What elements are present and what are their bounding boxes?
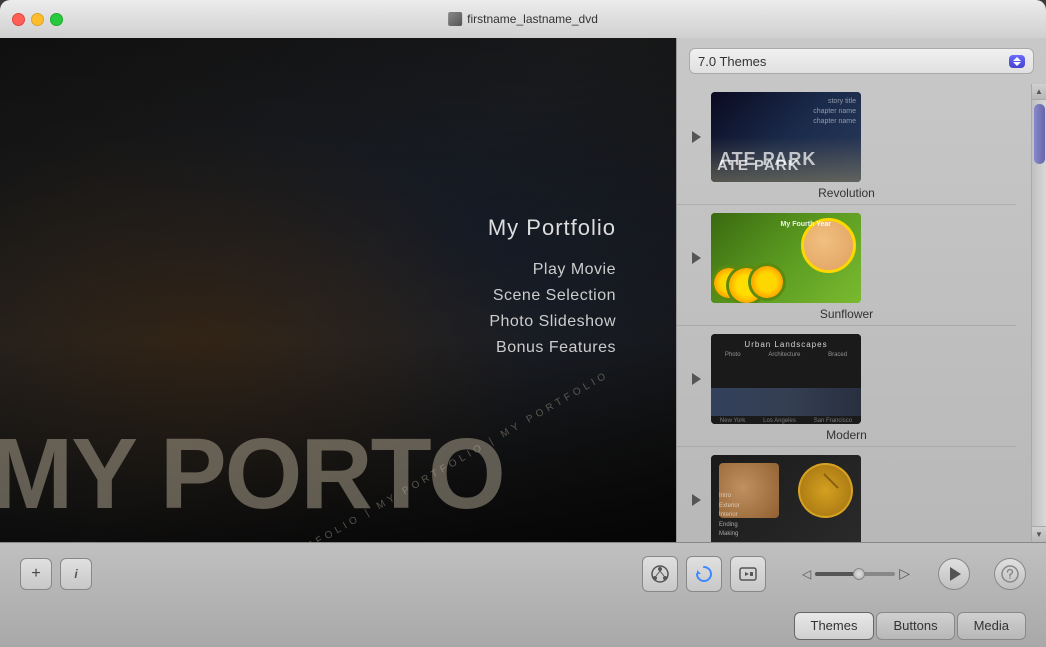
theme-item-modern[interactable]: Urban Landscapes PhotoArchitectureBraced… [677, 326, 1016, 447]
tab-buttons[interactable]: Buttons [876, 612, 954, 640]
dvd-title: My Portfolio [488, 215, 616, 241]
menu-item-photo[interactable]: Photo Slideshow [488, 313, 616, 331]
theme-list-wrapper: ATE PARK story titlechapter namechapter … [677, 84, 1046, 542]
theme-dropdown-label: 7.0 Themes [698, 54, 766, 69]
dropdown-arrow-icon [1009, 55, 1025, 68]
theme-dropdown[interactable]: 7.0 Themes [689, 48, 1034, 74]
modern-name: Modern [826, 428, 867, 442]
minimize-button[interactable] [31, 13, 44, 26]
scrollbar-down-arrow[interactable]: ▼ [1032, 526, 1046, 542]
fourth-thumbnail: IntroExteriorInteriorEndingMaking [711, 455, 861, 542]
scrollbar-up-arrow[interactable]: ▲ [1032, 84, 1046, 100]
sunflower-thumbnail: My Fourth Year [711, 213, 861, 303]
info-icon: i [74, 567, 77, 581]
theme-list: ATE PARK story titlechapter namechapter … [677, 84, 1031, 542]
revolution-thumbnail: ATE PARK story titlechapter namechapter … [711, 92, 861, 182]
modern-play-icon[interactable] [687, 370, 705, 388]
refresh-button[interactable] [686, 556, 722, 592]
menu-item-play[interactable]: Play Movie [488, 261, 616, 279]
play-button[interactable] [938, 558, 970, 590]
revolution-thumb-row: ATE PARK story titlechapter namechapter … [687, 92, 1006, 182]
fourth-thumb-row: IntroExteriorInteriorEndingMaking [687, 455, 1006, 542]
theme-item-revolution[interactable]: ATE PARK story titlechapter namechapter … [677, 84, 1016, 205]
menu-item-bonus[interactable]: Bonus Features [488, 339, 616, 357]
maximize-button[interactable] [50, 13, 63, 26]
tab-themes[interactable]: Themes [794, 612, 875, 640]
info-button[interactable]: i [60, 558, 92, 590]
toolbar-bottom: Themes Buttons Media [0, 604, 1046, 647]
volume-low-icon: ◁ [802, 567, 811, 581]
encode-icon [738, 564, 758, 584]
toolbar-top: + i [0, 543, 1046, 604]
add-button[interactable]: + [20, 558, 52, 590]
window-icon [448, 12, 462, 26]
encode-button[interactable] [730, 556, 766, 592]
menu-item-scene[interactable]: Scene Selection [488, 287, 616, 305]
sunflower-play-icon[interactable] [687, 249, 705, 267]
help-icon [1000, 564, 1020, 584]
revolution-play-icon[interactable] [687, 128, 705, 146]
scrollbar-thumb[interactable] [1034, 104, 1045, 164]
volume-slider-track[interactable] [815, 572, 895, 576]
scrollbar[interactable]: ▲ ▼ [1031, 84, 1046, 542]
title-bar: firstname_lastname_dvd [0, 0, 1046, 38]
window-title: firstname_lastname_dvd [467, 12, 598, 26]
close-button[interactable] [12, 13, 25, 26]
traffic-lights [0, 13, 63, 26]
sunflower-name: Sunflower [820, 307, 873, 321]
volume-high-icon: ▷ [899, 565, 910, 582]
revolution-name: Revolution [818, 186, 875, 200]
dvd-menu: My Portfolio Play Movie Scene Selection … [488, 215, 616, 365]
modern-thumbnail: Urban Landscapes PhotoArchitectureBraced… [711, 334, 861, 424]
add-icon: + [31, 565, 40, 583]
dvd-preview: MY PORTO MY PORTFOLIO | MY PORTFOLIO | M… [0, 38, 676, 542]
fourth-play-icon[interactable] [687, 491, 705, 509]
sunflower-thumb-row: My Fourth Year [687, 213, 1006, 303]
window-title-area: firstname_lastname_dvd [448, 12, 598, 26]
tab-media[interactable]: Media [957, 612, 1026, 640]
toolbar: + i [0, 542, 1046, 647]
theme-selector: 7.0 Themes [677, 38, 1046, 84]
theme-item-sunflower[interactable]: My Fourth Year Sunflower [677, 205, 1016, 326]
network-button[interactable] [642, 556, 678, 592]
theme-panel: 7.0 Themes ATE PARK story titlechapter n… [676, 38, 1046, 542]
theme-item-fourth[interactable]: IntroExteriorInteriorEndingMaking [677, 447, 1016, 542]
help-button[interactable] [994, 558, 1026, 590]
modern-thumb-row: Urban Landscapes PhotoArchitectureBraced… [687, 334, 1006, 424]
refresh-icon [694, 564, 714, 584]
main-area: MY PORTO MY PORTFOLIO | MY PORTFOLIO | M… [0, 38, 1046, 542]
volume-control: ◁ ▷ [802, 565, 910, 582]
volume-slider-thumb[interactable] [853, 568, 865, 580]
network-icon [650, 564, 670, 584]
